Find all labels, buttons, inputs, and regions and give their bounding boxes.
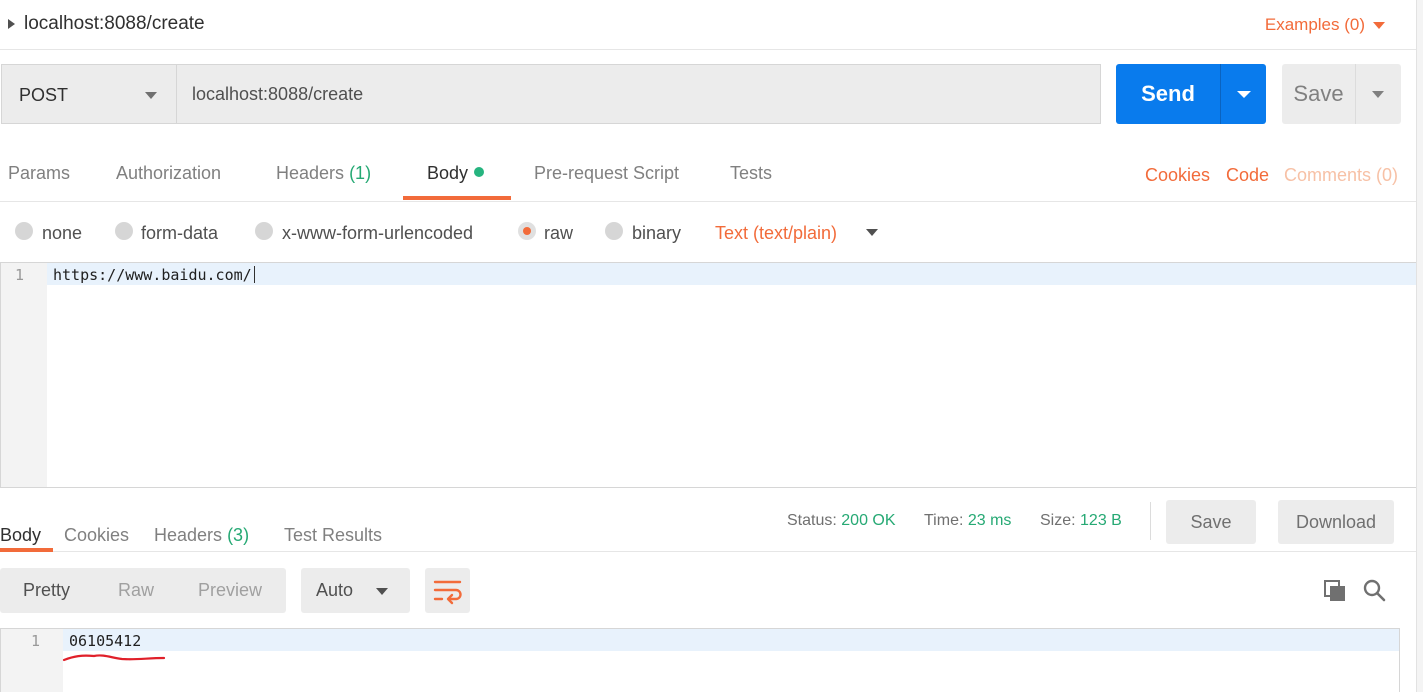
request-title[interactable]: localhost:8088/create [24, 13, 205, 35]
url-input[interactable]: localhost:8088/create [176, 64, 1101, 124]
tab-prerequest-script[interactable]: Pre-request Script [534, 163, 679, 184]
expand-caret-icon[interactable] [8, 19, 15, 29]
radio-binary-label[interactable]: binary [632, 223, 681, 244]
window-scrollbar[interactable] [1416, 0, 1423, 692]
tab-authorization[interactable]: Authorization [116, 163, 221, 184]
send-options-dropdown[interactable] [1220, 64, 1266, 124]
method-label: POST [19, 85, 69, 105]
request-body-text[interactable]: https://www.baidu.com/ [53, 266, 255, 284]
active-tab-underline [403, 196, 511, 200]
time-value: 23 ms [967, 512, 1012, 529]
status-label: Status: [787, 512, 837, 529]
search-icon[interactable] [1362, 578, 1386, 602]
save-options-dropdown[interactable] [1355, 64, 1401, 124]
headers-count-badge: (1) [349, 163, 372, 183]
request-body-editor[interactable]: 1 https://www.baidu.com/ [0, 262, 1416, 488]
copy-icon[interactable] [1323, 579, 1347, 603]
chevron-down-icon [376, 588, 388, 595]
radio-urlencoded[interactable] [255, 222, 273, 240]
radio-binary[interactable] [605, 222, 623, 240]
divider [1150, 502, 1151, 540]
comments-link[interactable]: Comments (0) [1284, 165, 1398, 186]
response-body-viewer[interactable]: 1 06105412 [0, 628, 1400, 692]
view-raw-button[interactable]: Raw [118, 580, 154, 601]
examples-dropdown[interactable]: Examples (0) [1265, 15, 1365, 35]
view-pretty-button[interactable]: Pretty [23, 580, 70, 601]
response-headers-count-badge: (3) [227, 525, 250, 545]
format-label: Auto [316, 580, 354, 600]
request-title-bar: localhost:8088/create Examples (0) [0, 0, 1416, 50]
save-response-button[interactable]: Save [1166, 500, 1256, 544]
url-text: localhost:8088/create [192, 84, 364, 104]
method-select[interactable]: POST [1, 64, 176, 124]
time-label: Time: [924, 512, 964, 529]
radio-form-data[interactable] [115, 222, 133, 240]
response-tab-cookies[interactable]: Cookies [64, 525, 129, 546]
body-indicator-dot [474, 167, 485, 177]
radio-form-data-label[interactable]: form-data [141, 223, 218, 244]
save-request-button[interactable]: Save [1282, 64, 1355, 124]
response-tab-headers-label: Headers [154, 525, 223, 545]
send-button[interactable]: Send [1116, 64, 1220, 124]
tab-headers[interactable]: Headers (1) [276, 163, 371, 184]
tab-body[interactable]: Body [427, 163, 485, 184]
download-button[interactable]: Download [1278, 500, 1394, 544]
tab-body-label: Body [427, 163, 469, 183]
request-body-content: https://www.baidu.com/ [53, 266, 252, 284]
size-value: 123 B [1080, 512, 1122, 529]
radio-urlencoded-label[interactable]: x-www-form-urlencoded [282, 223, 473, 244]
view-mode-segmented-control: Pretty Raw Preview [0, 568, 286, 613]
request-tabs: Params Authorization Headers (1) Body Pr… [0, 145, 1416, 202]
tab-params[interactable]: Params [8, 163, 70, 184]
radio-none[interactable] [15, 222, 33, 240]
editor-gutter [1, 263, 47, 487]
text-cursor [253, 266, 255, 283]
radio-raw[interactable] [518, 222, 536, 240]
content-type-dropdown[interactable]: Text (text/plain) [715, 223, 837, 244]
wrap-lines-button[interactable] [425, 568, 470, 613]
response-tab-test-results[interactable]: Test Results [284, 525, 382, 546]
wrap-lines-icon [433, 580, 462, 605]
red-underline-annotation [62, 654, 166, 662]
view-preview-button[interactable]: Preview [198, 580, 262, 601]
size-label: Size: [1040, 512, 1076, 529]
line-number: 1 [31, 632, 41, 650]
response-tab-headers[interactable]: Headers (3) [154, 525, 249, 546]
tab-tests[interactable]: Tests [730, 163, 772, 184]
chevron-down-icon[interactable] [866, 229, 878, 236]
response-active-tab-underline [0, 548, 53, 552]
examples-caret-icon[interactable] [1373, 22, 1385, 29]
code-link[interactable]: Code [1226, 165, 1269, 186]
response-tab-body[interactable]: Body [0, 525, 41, 546]
tab-headers-label: Headers [276, 163, 345, 183]
cookies-link[interactable]: Cookies [1145, 165, 1210, 186]
radio-raw-label[interactable]: raw [544, 223, 573, 244]
response-body-text[interactable]: 06105412 [69, 632, 141, 650]
format-select[interactable]: Auto [301, 568, 410, 613]
chevron-down-icon [145, 92, 157, 99]
status-value: 200 OK [841, 512, 896, 529]
response-status: Status: 200 OK [787, 512, 896, 530]
radio-none-label[interactable]: none [42, 223, 82, 244]
active-line-highlight [63, 629, 1399, 651]
line-number: 1 [15, 266, 25, 284]
response-time: Time: 23 ms [924, 512, 1011, 530]
response-size: Size: 123 B [1040, 512, 1122, 530]
